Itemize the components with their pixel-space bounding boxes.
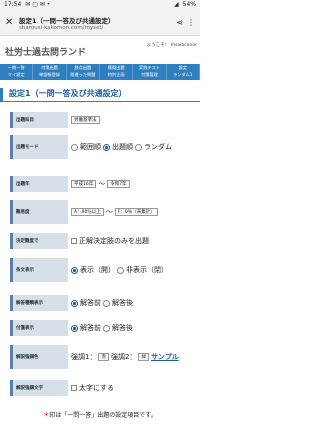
row-mode: 出題モード 範囲順 出題順 ランダム [10,135,190,159]
year-label: 出題年 [10,176,68,192]
mode-order-radio[interactable] [103,143,110,151]
mode-range-label: 範囲順 [80,143,101,151]
sticky-before-radio[interactable] [71,324,78,332]
answer-after-label: 解答後 [112,299,133,307]
row-statement: 条文表示 表示（開） 非表示（閉） [10,258,190,282]
row-answer-display: 解答種類表示 解答前 解答後 [10,295,190,311]
row-sticky: 付箋表示 解答前 解答後 [10,320,190,336]
statement-label: 条文表示 [10,258,68,282]
share-icon[interactable]: ⋖ [176,18,183,27]
site-header: 社労士過去問ランド ようこそ！ msaibcenor [0,37,200,63]
nav-item-settings[interactable]: 設定 ランダム1 [167,64,200,80]
sticky-label: 付箋表示 [10,320,68,336]
year-from-select[interactable]: 平成16年 [71,180,97,188]
footer-note: ＊印は「一問一答」出題の設定項目です。 [0,410,200,419]
highlight-label: 解説強調色 [10,345,68,369]
difficulty-to-select[interactable]: F：0％（未集計） [114,208,158,216]
signal-icon: ◢ [174,1,179,8]
clock: 17:54 [4,1,22,8]
statement-hide-radio[interactable] [117,266,124,274]
bold-checkbox[interactable] [71,385,77,391]
sticky-before-label: 解答前 [80,324,101,332]
nav-item-mock[interactable]: 模擬出題 特別企画 [100,64,134,80]
sticky-after-radio[interactable] [103,324,110,332]
difficulty-label: 難易度 [10,200,68,224]
row-difficulty: 難易度 A：90％以上 〜 F：0％（未集計） [10,200,190,224]
nav-item-qa[interactable]: 一問一答 マイ設定 [0,64,34,80]
statement-hide-label: 非表示（閉） [126,266,168,274]
answer-before-label: 解答前 [80,299,101,307]
correct-setting-label: 決定難度で [10,233,68,249]
menu-icon[interactable]: ⋮ [187,18,195,27]
sticky-after-label: 解答後 [112,324,133,332]
difficulty-separator: 〜 [105,208,113,216]
emphasis1-label: 強調1： [71,353,97,361]
nav-item-point[interactable]: 肢点出題 間違った問題 [67,64,100,80]
statement-show-label: 表示（開） [80,266,115,274]
main-nav: 一問一答 マイ設定 付箋出題 単語帳登録 肢点出題 間違った問題 模擬出題 特別企画 実… [0,64,200,80]
battery-level: 54% [182,1,196,8]
footer-note-text: 印は「一問一答」出題の設定項目です。 [49,412,157,419]
mode-range-radio[interactable] [71,143,78,151]
nav-item-test[interactable]: 実践テスト 付箋管理 [133,64,167,80]
emphasis1-select[interactable]: 赤 [98,353,109,361]
status-bar: 17:54 ✉ ▢ ✉ • ◢ 54% [0,0,200,10]
answer-display-label: 解答種類表示 [10,295,68,311]
mode-label: 出題モード [10,135,68,159]
answer-before-radio[interactable] [71,299,78,307]
subject-select[interactable]: 労働基準法 [71,116,100,124]
statement-show-radio[interactable] [71,266,78,274]
mode-order-label: 出題順 [112,143,133,151]
site-logo[interactable]: 社労士過去問ランド [5,45,86,58]
browser-url[interactable]: sharousi-kakomon.com/myset/ [19,25,170,31]
year-separator: 〜 [98,180,106,188]
browser-page-title: 設定1（一問一答及び共通設定） [19,16,115,25]
difficulty-from-select[interactable]: A：90％以上 [71,208,104,216]
subject-label: 出題科目 [10,112,68,128]
row-correct-setting: 決定難度で 正解決定肢のみを出題 [10,233,190,249]
close-icon[interactable]: ✕ [5,17,13,28]
emphasis2-label: 強調2： [110,353,137,361]
sample-link[interactable]: サンプル [151,352,179,362]
page-title: 設定1（一問一答及び共通設定） [0,88,200,102]
welcome-text: ようこそ！ msaibcenor [146,43,197,48]
row-subject: 出題科目 労働基準法 [10,112,190,128]
emphasis2-select[interactable]: 緑 [138,353,149,361]
correct-only-checkbox[interactable] [71,238,77,244]
row-bold: 解説強調文字 太字にする [10,380,190,396]
bold-checkbox-label: 太字にする [79,384,115,392]
mode-random-label: ランダム [144,143,172,151]
browser-toolbar: ✕ 設定1（一問一答及び共通設定） sharousi-kakomon.com/m… [0,10,200,36]
answer-after-radio[interactable] [103,299,110,307]
bold-label: 解説強調文字 [10,380,68,396]
correct-only-label: 正解決定肢のみを出題 [79,237,149,245]
row-highlight: 解説強調色 強調1： 赤 強調2： 緑 サンプル [10,345,190,369]
mode-random-radio[interactable] [135,143,142,151]
nav-item-sticky[interactable]: 付箋出題 単語帳登録 [33,64,67,80]
year-to-select[interactable]: 令和7年 [107,180,130,188]
row-year: 出題年 平成16年 〜 令和7年 [10,176,190,192]
notification-icons: ✉ ▢ ✉ • [25,1,51,8]
